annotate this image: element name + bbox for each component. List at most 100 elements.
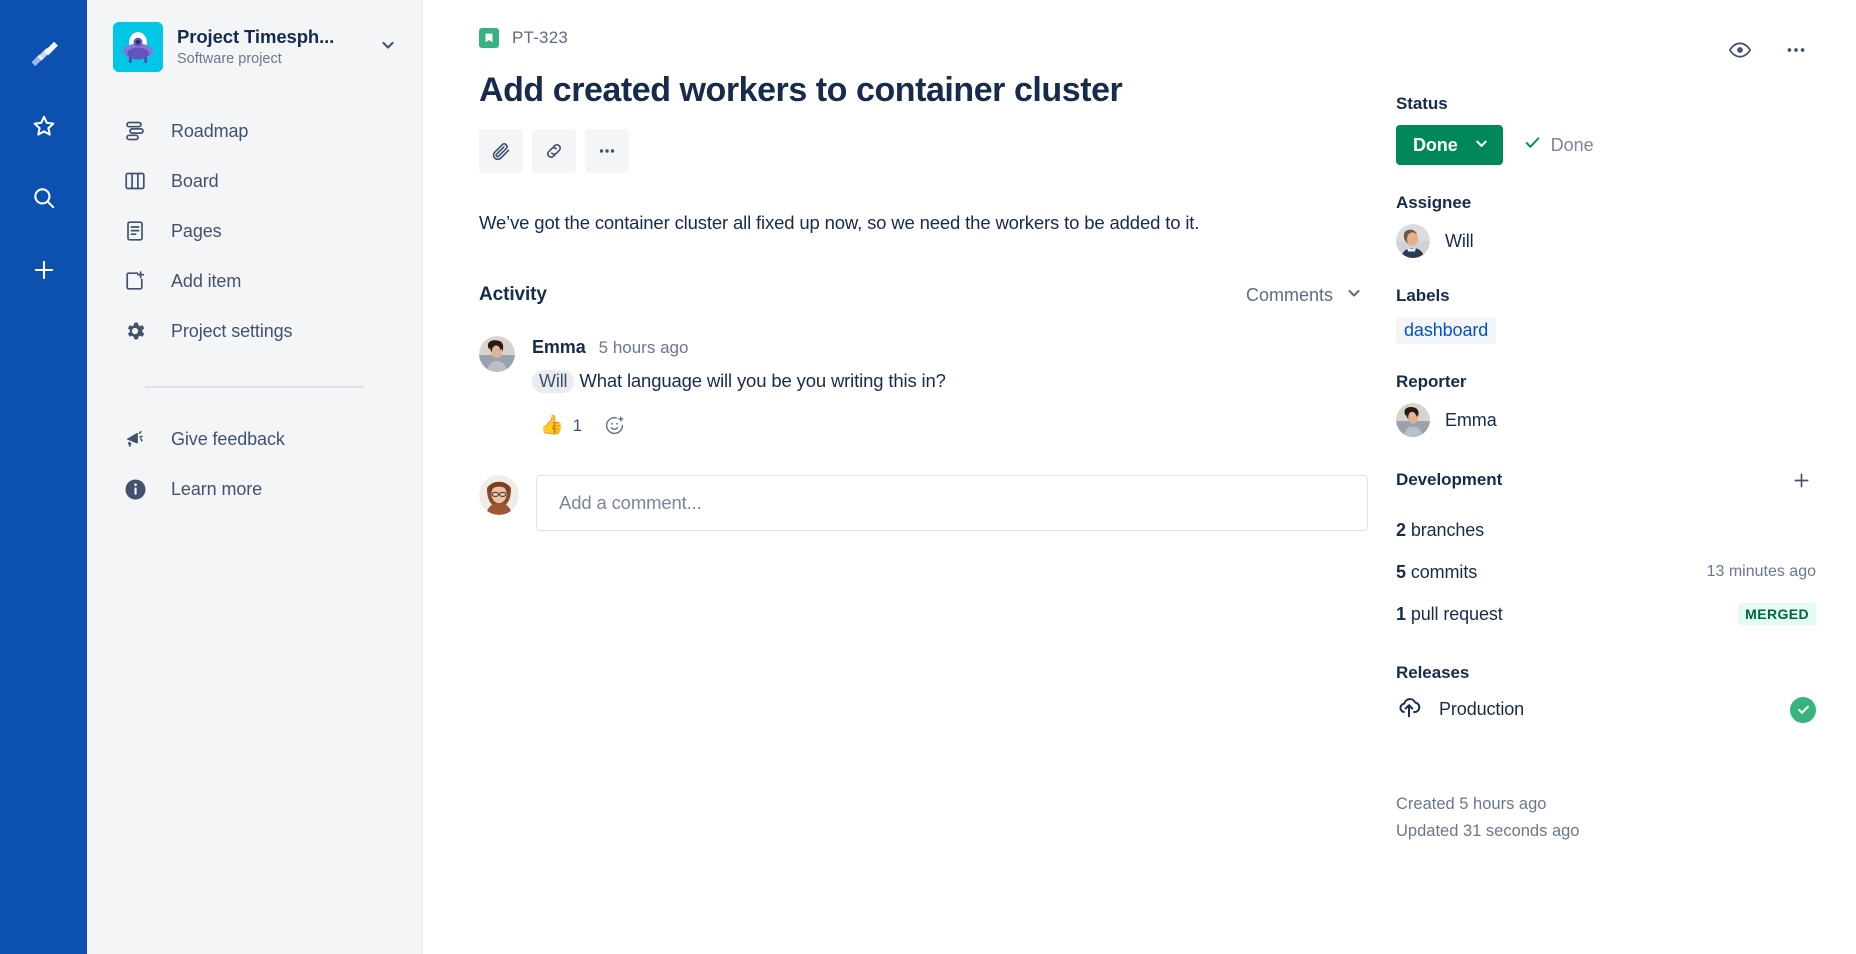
sidebar-item-label: Add item — [171, 270, 242, 291]
chevron-down-icon — [1346, 285, 1362, 306]
release-item[interactable]: Production — [1396, 694, 1816, 725]
sidebar-divider — [145, 386, 364, 388]
commits-noun: commits — [1405, 561, 1478, 582]
sidebar-item-learn-more[interactable]: Learn more — [111, 464, 398, 514]
issue-details-panel: Status Done Done Assignee Will Labels da… — [1396, 28, 1816, 954]
sidebar-item-label: Learn more — [171, 478, 263, 499]
avatar — [1396, 224, 1430, 258]
sidebar-nav-list: Roadmap Board Pages Add item Project set… — [87, 106, 422, 514]
board-icon — [121, 169, 149, 193]
development-branches-row[interactable]: 2 branches — [1396, 509, 1816, 551]
comment-author[interactable]: Emma — [532, 337, 586, 358]
reaction-count: 1 — [572, 415, 583, 435]
sidebar-item-project-settings[interactable]: Project settings — [111, 306, 398, 356]
issue-key[interactable]: PT-323 — [512, 28, 568, 48]
status-note: Done — [1523, 133, 1594, 157]
reaction-thumbsup[interactable]: 👍 1 — [532, 413, 590, 439]
pullrequest-noun: pull request — [1405, 603, 1503, 624]
assignee-label: Assignee — [1396, 193, 1472, 212]
assignee-value[interactable]: Will — [1396, 224, 1816, 258]
status-badge: MERGED — [1738, 603, 1816, 625]
megaphone-icon — [121, 427, 149, 451]
reporter-value[interactable]: Emma — [1396, 403, 1816, 437]
check-icon — [1523, 133, 1542, 157]
link-button[interactable] — [532, 128, 576, 173]
pullrequest-text: 1 pull request — [1396, 604, 1503, 625]
pages-icon — [121, 219, 149, 243]
issue-view: PT-323 Add created workers to container … — [423, 0, 1856, 954]
activity-filter-comments[interactable]: Comments — [1240, 281, 1368, 310]
sidebar-item-add-item[interactable]: Add item — [111, 256, 398, 306]
issue-action-toolbar — [479, 128, 1368, 173]
search-icon[interactable] — [20, 174, 68, 222]
assignee-name: Will — [1445, 230, 1474, 251]
story-type-icon — [479, 28, 499, 48]
comment-timestamp: 5 hours ago — [598, 337, 689, 357]
project-sidebar: Project Timesph... Software project Road… — [87, 0, 423, 954]
labels-field: Labels dashboard — [1396, 286, 1816, 344]
jira-logo-icon[interactable] — [20, 30, 68, 78]
release-name: Production — [1439, 699, 1525, 719]
chevron-down-icon[interactable] — [376, 33, 400, 62]
more-actions-button[interactable] — [585, 128, 629, 173]
issue-timestamps: Created 5 hours ago Updated 31 seconds a… — [1396, 791, 1816, 844]
pullrequest-count: 1 — [1396, 603, 1406, 624]
more-options-icon[interactable] — [1776, 30, 1816, 70]
avatar[interactable] — [479, 335, 515, 372]
development-section: Development 2 branches 5 commits 13 minu… — [1396, 465, 1816, 635]
releases-label: Releases — [1396, 663, 1470, 682]
project-name: Project Timesph... — [177, 25, 335, 47]
activity-title: Activity — [479, 284, 547, 306]
label-chip[interactable]: dashboard — [1396, 317, 1497, 344]
add-item-icon — [121, 269, 149, 293]
comment-reactions: 👍 1 — [532, 411, 1368, 441]
user-mention-chip[interactable]: Will — [532, 369, 575, 393]
sidebar-item-label: Project settings — [171, 320, 293, 341]
status-dropdown-button[interactable]: Done — [1396, 125, 1503, 165]
sidebar-item-pages[interactable]: Pages — [111, 206, 398, 256]
global-nav-rail — [0, 0, 87, 954]
add-comment-input[interactable] — [536, 474, 1368, 531]
development-pullrequest-row[interactable]: 1 pull request MERGED — [1396, 593, 1816, 635]
status-note-text: Done — [1550, 134, 1594, 155]
status-value: Done — [1413, 134, 1458, 155]
avatar — [1396, 403, 1430, 437]
development-label: Development — [1396, 470, 1503, 489]
release-deployed-check-icon — [1790, 696, 1816, 723]
comment-item: Emma 5 hours ago Will What language will… — [479, 335, 1368, 441]
page-title[interactable]: Add created workers to container cluster — [479, 70, 1368, 111]
branches-count: 2 — [1396, 519, 1406, 540]
project-switcher[interactable]: Project Timesph... Software project — [87, 22, 422, 72]
sidebar-item-roadmap[interactable]: Roadmap — [111, 106, 398, 156]
breadcrumb: PT-323 — [479, 28, 1368, 48]
sidebar-item-label: Board — [171, 170, 219, 191]
create-icon[interactable] — [20, 246, 68, 294]
watch-icon[interactable] — [1720, 30, 1760, 70]
sidebar-item-give-feedback[interactable]: Give feedback — [111, 414, 398, 464]
add-reaction-icon[interactable] — [599, 411, 629, 441]
deploy-cloud-upload-icon — [1396, 694, 1422, 725]
issue-content: PT-323 Add created workers to container … — [479, 28, 1368, 954]
details-top-actions — [1396, 30, 1816, 70]
activity-filter-label: Comments — [1245, 284, 1333, 305]
activity-header: Activity Comments — [479, 281, 1368, 310]
thumbs-up-icon: 👍 — [540, 415, 564, 437]
commits-text: 5 commits — [1396, 562, 1477, 583]
starred-icon[interactable] — [20, 102, 68, 150]
project-type: Software project — [177, 50, 282, 67]
add-development-icon[interactable] — [1786, 465, 1816, 495]
avatar — [479, 474, 519, 515]
development-commits-row[interactable]: 5 commits 13 minutes ago — [1396, 551, 1816, 593]
releases-section: Releases Production — [1396, 663, 1816, 725]
comment-body-text: What language will you be you writing th… — [579, 369, 946, 391]
settings-gear-icon — [121, 319, 149, 343]
sidebar-item-board[interactable]: Board — [111, 156, 398, 206]
comment-text-container: Will What language will you be you writi… — [532, 367, 1368, 395]
status-label: Status — [1396, 94, 1448, 113]
created-timestamp: Created 5 hours ago — [1396, 795, 1547, 813]
add-comment-row — [479, 474, 1368, 531]
assignee-field: Assignee Will — [1396, 193, 1816, 258]
attach-button[interactable] — [479, 128, 523, 173]
commits-count: 5 — [1396, 561, 1406, 582]
branches-noun: branches — [1405, 519, 1485, 540]
